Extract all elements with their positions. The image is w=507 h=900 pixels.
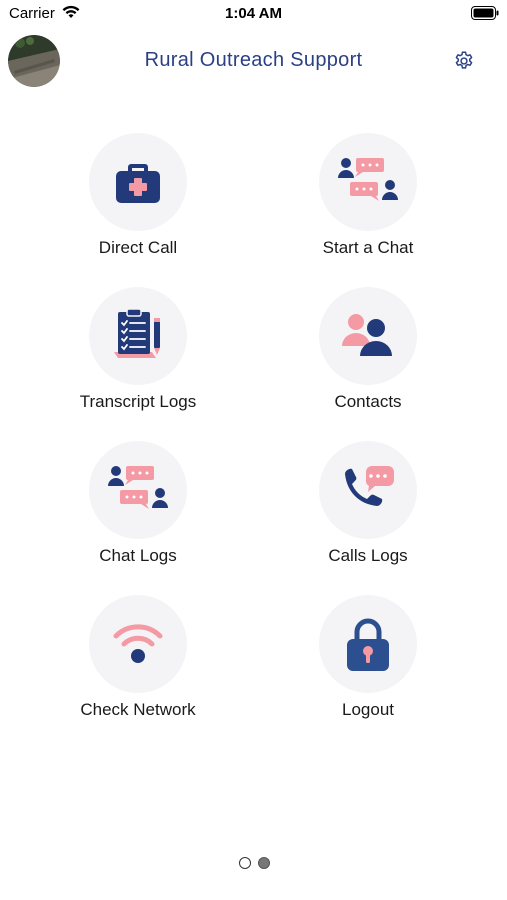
page-title: Rural Outreach Support <box>144 49 363 71</box>
check-network-label: Check Network <box>80 700 196 719</box>
transcript-logs-icon-circle <box>89 287 187 385</box>
chat-logs-button[interactable]: Chat Logs <box>28 441 248 586</box>
transcript-logs-label: Transcript Logs <box>79 392 197 411</box>
calls-logs-button[interactable]: Calls Logs <box>258 441 478 586</box>
chat-people-icon <box>338 158 398 201</box>
contacts-button[interactable]: Contacts <box>258 287 478 432</box>
medical-kit-icon <box>116 164 160 203</box>
chat-logs-label: Chat Logs <box>99 546 177 565</box>
start-chat-icon-circle <box>319 133 417 231</box>
start-chat-button[interactable]: Start a Chat <box>258 133 478 278</box>
clock-time: 1:04 AM <box>225 5 282 22</box>
contacts-people-icon <box>342 314 392 356</box>
page-dot-2-active[interactable] <box>258 857 270 869</box>
start-chat-label: Start a Chat <box>322 238 414 257</box>
phone-chat-icon <box>345 466 394 506</box>
battery-icon <box>471 6 499 20</box>
direct-call-button[interactable]: Direct Call <box>28 133 248 278</box>
logout-button[interactable]: Logout <box>258 595 478 740</box>
wifi-signal-icon <box>113 624 163 663</box>
direct-call-label: Direct Call <box>98 238 178 257</box>
contacts-label: Contacts <box>334 392 402 411</box>
padlock-icon <box>347 618 389 671</box>
chat-people-icon <box>108 466 168 509</box>
page-indicator[interactable] <box>238 857 272 871</box>
clipboard-checklist-icon <box>114 308 160 358</box>
contacts-icon-circle <box>319 287 417 385</box>
check-network-button[interactable]: Check Network <box>28 595 248 740</box>
calls-logs-icon-circle <box>319 441 417 539</box>
status-bar: Carrier 1:04 AM <box>0 0 507 28</box>
chat-logs-icon-circle <box>89 441 187 539</box>
gear-icon[interactable] <box>453 50 475 72</box>
page-dot-1[interactable] <box>239 857 251 869</box>
direct-call-icon-circle <box>89 133 187 231</box>
calls-logs-label: Calls Logs <box>328 546 408 565</box>
logout-icon-circle <box>319 595 417 693</box>
check-network-icon-circle <box>89 595 187 693</box>
logout-label: Logout <box>342 700 394 719</box>
transcript-logs-button[interactable]: Transcript Logs <box>28 287 248 432</box>
